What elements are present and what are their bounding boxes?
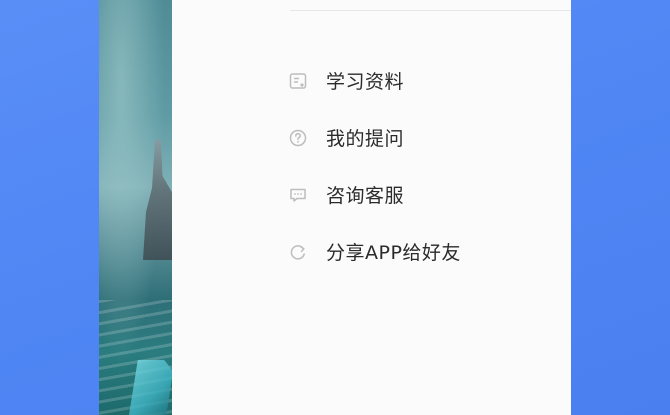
menu-item-customer-service[interactable]: 咨询客服 <box>288 166 461 223</box>
drawer-divider <box>290 10 571 11</box>
chat-icon <box>288 185 308 205</box>
menu-item-label: 分享APP给好友 <box>326 242 461 264</box>
menu-item-my-questions[interactable]: 我的提问 <box>288 109 461 166</box>
menu-item-share-app[interactable]: 分享APP给好友 <box>288 223 461 280</box>
side-drawer-menu: 学习资料 我的提问 咨询客服 分享APP给好友 <box>172 0 571 415</box>
menu-item-label: 我的提问 <box>326 128 405 150</box>
menu-item-label: 学习资料 <box>326 71 405 93</box>
warship-illustration <box>143 140 173 260</box>
game-banner-image <box>99 0 173 415</box>
document-icon <box>288 71 308 91</box>
menu-item-study-materials[interactable]: 学习资料 <box>288 52 461 109</box>
question-icon <box>288 128 308 148</box>
menu-item-label: 咨询客服 <box>326 185 405 207</box>
share-icon <box>288 242 308 262</box>
drawer-menu-list: 学习资料 我的提问 咨询客服 分享APP给好友 <box>288 52 461 280</box>
